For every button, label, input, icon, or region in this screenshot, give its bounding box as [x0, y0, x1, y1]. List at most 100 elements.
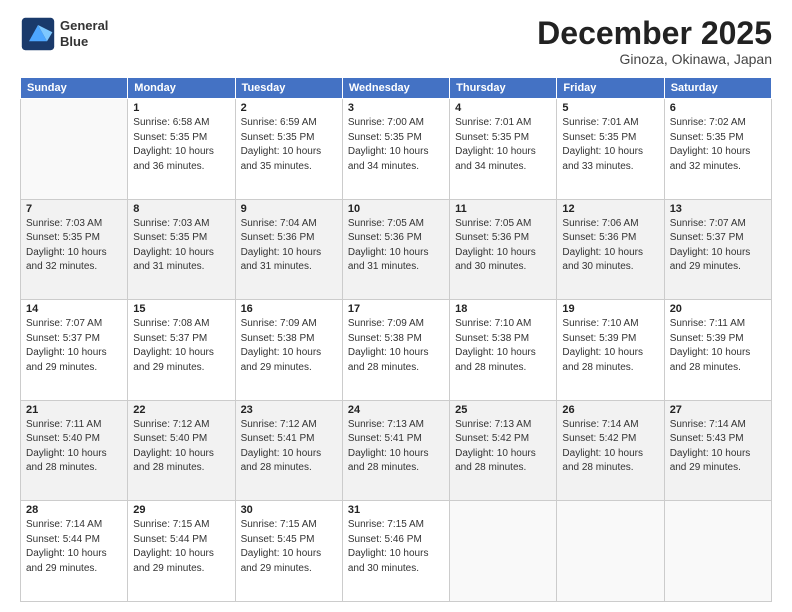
day-number: 3	[348, 102, 444, 114]
calendar-cell	[450, 501, 557, 602]
day-info: Sunrise: 7:05 AM Sunset: 5:36 PM Dayligh…	[455, 217, 551, 275]
calendar-cell: 15Sunrise: 7:08 AM Sunset: 5:37 PM Dayli…	[128, 300, 235, 401]
calendar-cell: 29Sunrise: 7:15 AM Sunset: 5:44 PM Dayli…	[128, 501, 235, 602]
calendar-cell: 20 Sunrise: 7:11 AM Sunset: 5:39 PM Dayli…	[664, 300, 771, 401]
calendar-cell: 9 Sunrise: 7:04 AM Sunset: 5:36 PM Daylig…	[235, 199, 342, 300]
calendar-cell: 21 Sunrise: 7:11 AM Sunset: 5:40 PM Dayli…	[21, 400, 128, 501]
calendar-cell: 2 Sunrise: 6:59 AM Sunset: 5:35 PM Daylig…	[235, 99, 342, 200]
day-info: Sunrise: 6:58 AM Sunset: 5:35 PM Dayligh…	[133, 116, 229, 174]
calendar-cell: 24 Sunrise: 7:13 AM Sunset: 5:41 PM Dayli…	[342, 400, 449, 501]
week-row-3: 21 Sunrise: 7:11 AM Sunset: 5:40 PM Dayli…	[21, 400, 772, 501]
calendar-cell: 31Sunrise: 7:15 AM Sunset: 5:46 PM Dayli…	[342, 501, 449, 602]
day-number: 25	[455, 404, 551, 416]
page: General Blue December 2025 Ginoza, Okina…	[0, 0, 792, 612]
day-of-week-row: SundayMondayTuesdayWednesdayThursdayFrid…	[21, 78, 772, 99]
day-number: 8	[133, 203, 229, 215]
calendar-cell: 26 Sunrise: 7:14 AM Sunset: 5:42 PM Dayli…	[557, 400, 664, 501]
day-number: 20	[670, 303, 766, 315]
day-number: 2	[241, 102, 337, 114]
dow-header-monday: Monday	[128, 78, 235, 99]
day-number: 5	[562, 102, 658, 114]
logo-line1: General	[60, 18, 108, 34]
day-info: Sunrise: 7:15 AM Sunset: 5:45 PM Dayligh…	[241, 518, 337, 576]
logo-icon	[20, 16, 56, 52]
day-number: 16	[241, 303, 337, 315]
calendar-cell: 28Sunrise: 7:14 AM Sunset: 5:44 PM Dayli…	[21, 501, 128, 602]
week-row-0: 1Sunrise: 6:58 AM Sunset: 5:35 PM Daylig…	[21, 99, 772, 200]
day-number: 14	[26, 303, 122, 315]
day-number: 26	[562, 404, 658, 416]
subtitle: Ginoza, Okinawa, Japan	[537, 51, 772, 67]
calendar-cell: 14 Sunrise: 7:07 AM Sunset: 5:37 PM Dayli…	[21, 300, 128, 401]
day-number: 7	[26, 203, 122, 215]
logo: General Blue	[20, 16, 108, 52]
day-number: 27	[670, 404, 766, 416]
day-number: 21	[26, 404, 122, 416]
day-info: Sunrise: 7:14 AM Sunset: 5:42 PM Dayligh…	[562, 418, 658, 476]
day-number: 17	[348, 303, 444, 315]
day-number: 29	[133, 504, 229, 516]
calendar-cell: 12Sunrise: 7:06 AM Sunset: 5:36 PM Dayli…	[557, 199, 664, 300]
calendar-cell: 10 Sunrise: 7:05 AM Sunset: 5:36 PM Dayli…	[342, 199, 449, 300]
day-number: 10	[348, 203, 444, 215]
day-number: 13	[670, 203, 766, 215]
calendar-cell: 18 Sunrise: 7:10 AM Sunset: 5:38 PM Dayli…	[450, 300, 557, 401]
calendar-cell	[664, 501, 771, 602]
calendar-cell: 6 Sunrise: 7:02 AM Sunset: 5:35 PM Daylig…	[664, 99, 771, 200]
calendar-cell: 22 Sunrise: 7:12 AM Sunset: 5:40 PM Dayli…	[128, 400, 235, 501]
calendar-cell: 30Sunrise: 7:15 AM Sunset: 5:45 PM Dayli…	[235, 501, 342, 602]
calendar-cell	[557, 501, 664, 602]
calendar-cell: 1Sunrise: 6:58 AM Sunset: 5:35 PM Daylig…	[128, 99, 235, 200]
day-number: 4	[455, 102, 551, 114]
day-info: Sunrise: 7:03 AM Sunset: 5:35 PM Dayligh…	[133, 217, 229, 275]
day-number: 18	[455, 303, 551, 315]
day-info: Sunrise: 7:00 AM Sunset: 5:35 PM Dayligh…	[348, 116, 444, 174]
day-number: 22	[133, 404, 229, 416]
day-number: 19	[562, 303, 658, 315]
calendar-cell: 4 Sunrise: 7:01 AM Sunset: 5:35 PM Daylig…	[450, 99, 557, 200]
calendar-cell: 7 Sunrise: 7:03 AM Sunset: 5:35 PM Daylig…	[21, 199, 128, 300]
day-info: Sunrise: 7:05 AM Sunset: 5:36 PM Dayligh…	[348, 217, 444, 275]
title-block: December 2025 Ginoza, Okinawa, Japan	[537, 16, 772, 67]
logo-line2: Blue	[60, 34, 108, 50]
day-info: Sunrise: 7:01 AM Sunset: 5:35 PM Dayligh…	[455, 116, 551, 174]
calendar-cell: 13Sunrise: 7:07 AM Sunset: 5:37 PM Dayli…	[664, 199, 771, 300]
calendar-cell: 8 Sunrise: 7:03 AM Sunset: 5:35 PM Daylig…	[128, 199, 235, 300]
day-info: Sunrise: 7:09 AM Sunset: 5:38 PM Dayligh…	[348, 317, 444, 375]
day-number: 12	[562, 203, 658, 215]
day-number: 23	[241, 404, 337, 416]
day-info: Sunrise: 7:11 AM Sunset: 5:39 PM Dayligh…	[670, 317, 766, 375]
calendar-cell: 16 Sunrise: 7:09 AM Sunset: 5:38 PM Dayli…	[235, 300, 342, 401]
day-info: Sunrise: 7:12 AM Sunset: 5:40 PM Dayligh…	[133, 418, 229, 476]
day-info: Sunrise: 7:10 AM Sunset: 5:38 PM Dayligh…	[455, 317, 551, 375]
calendar-cell	[21, 99, 128, 200]
day-number: 6	[670, 102, 766, 114]
calendar-cell: 17 Sunrise: 7:09 AM Sunset: 5:38 PM Dayli…	[342, 300, 449, 401]
calendar-cell: 19 Sunrise: 7:10 AM Sunset: 5:39 PM Dayli…	[557, 300, 664, 401]
day-info: Sunrise: 7:03 AM Sunset: 5:35 PM Dayligh…	[26, 217, 122, 275]
day-info: Sunrise: 7:14 AM Sunset: 5:43 PM Dayligh…	[670, 418, 766, 476]
day-number: 28	[26, 504, 122, 516]
day-info: Sunrise: 7:04 AM Sunset: 5:36 PM Dayligh…	[241, 217, 337, 275]
calendar-cell: 11Sunrise: 7:05 AM Sunset: 5:36 PM Dayli…	[450, 199, 557, 300]
day-info: Sunrise: 7:12 AM Sunset: 5:41 PM Dayligh…	[241, 418, 337, 476]
day-info: Sunrise: 7:07 AM Sunset: 5:37 PM Dayligh…	[26, 317, 122, 375]
day-info: Sunrise: 7:09 AM Sunset: 5:38 PM Dayligh…	[241, 317, 337, 375]
day-number: 24	[348, 404, 444, 416]
day-info: Sunrise: 7:01 AM Sunset: 5:35 PM Dayligh…	[562, 116, 658, 174]
calendar-cell: 3 Sunrise: 7:00 AM Sunset: 5:35 PM Daylig…	[342, 99, 449, 200]
day-info: Sunrise: 7:10 AM Sunset: 5:39 PM Dayligh…	[562, 317, 658, 375]
day-number: 9	[241, 203, 337, 215]
dow-header-saturday: Saturday	[664, 78, 771, 99]
calendar-table: SundayMondayTuesdayWednesdayThursdayFrid…	[20, 77, 772, 602]
day-info: Sunrise: 7:11 AM Sunset: 5:40 PM Dayligh…	[26, 418, 122, 476]
day-info: Sunrise: 7:02 AM Sunset: 5:35 PM Dayligh…	[670, 116, 766, 174]
day-info: Sunrise: 7:13 AM Sunset: 5:41 PM Dayligh…	[348, 418, 444, 476]
day-number: 31	[348, 504, 444, 516]
day-info: Sunrise: 6:59 AM Sunset: 5:35 PM Dayligh…	[241, 116, 337, 174]
dow-header-sunday: Sunday	[21, 78, 128, 99]
day-info: Sunrise: 7:08 AM Sunset: 5:37 PM Dayligh…	[133, 317, 229, 375]
week-row-2: 14 Sunrise: 7:07 AM Sunset: 5:37 PM Dayli…	[21, 300, 772, 401]
dow-header-thursday: Thursday	[450, 78, 557, 99]
week-row-4: 28Sunrise: 7:14 AM Sunset: 5:44 PM Dayli…	[21, 501, 772, 602]
